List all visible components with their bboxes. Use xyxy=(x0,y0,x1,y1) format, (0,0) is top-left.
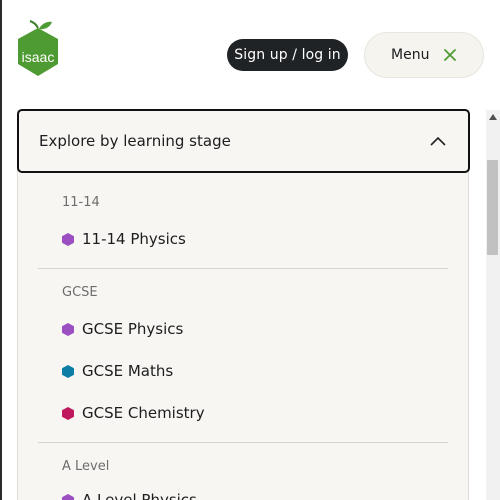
physics-hexagon-icon xyxy=(62,232,74,246)
divider xyxy=(38,442,448,443)
close-icon xyxy=(444,49,456,61)
subject-link-gcse-maths[interactable]: GCSE Maths xyxy=(62,361,173,381)
subject-label: GCSE Maths xyxy=(82,362,174,380)
chemistry-hexagon-icon xyxy=(62,406,74,420)
window-edge xyxy=(0,0,2,500)
stage-label-11-14: 11-14 xyxy=(62,195,100,210)
chevron-up-icon xyxy=(430,136,446,146)
dropdown-title: Explore by learning stage xyxy=(39,132,231,150)
scrollbar-thumb[interactable] xyxy=(487,160,498,255)
physics-hexagon-icon xyxy=(62,322,74,336)
subject-link-gcse-chemistry[interactable]: GCSE Chemistry xyxy=(62,403,205,423)
subject-link-gcse-physics[interactable]: GCSE Physics xyxy=(62,319,183,339)
subject-link-11-14-physics[interactable]: 11-14 Physics xyxy=(62,229,186,249)
stage-label-a-level: A Level xyxy=(62,459,110,474)
subject-link-a-level-physics[interactable]: A Level Physics xyxy=(62,490,197,500)
maths-hexagon-icon xyxy=(62,364,74,378)
subject-label: GCSE Chemistry xyxy=(82,404,205,422)
menu-button[interactable]: Menu xyxy=(364,32,484,78)
logo-text: isaac xyxy=(22,49,55,65)
divider xyxy=(38,268,448,269)
signup-login-button[interactable]: Sign up / log in xyxy=(227,39,348,71)
scroll-up-arrow-icon[interactable] xyxy=(489,114,497,120)
stage-label-gcse: GCSE xyxy=(62,285,98,300)
learning-stage-dropdown[interactable]: Explore by learning stage xyxy=(17,109,470,173)
signup-login-label: Sign up / log in xyxy=(234,47,341,63)
subject-label: 11-14 Physics xyxy=(82,230,186,248)
physics-hexagon-icon xyxy=(62,493,74,500)
isaac-logo[interactable]: isaac xyxy=(16,20,60,84)
menu-label: Menu xyxy=(391,47,430,63)
subject-label: A Level Physics xyxy=(82,491,197,500)
subject-label: GCSE Physics xyxy=(82,320,184,338)
